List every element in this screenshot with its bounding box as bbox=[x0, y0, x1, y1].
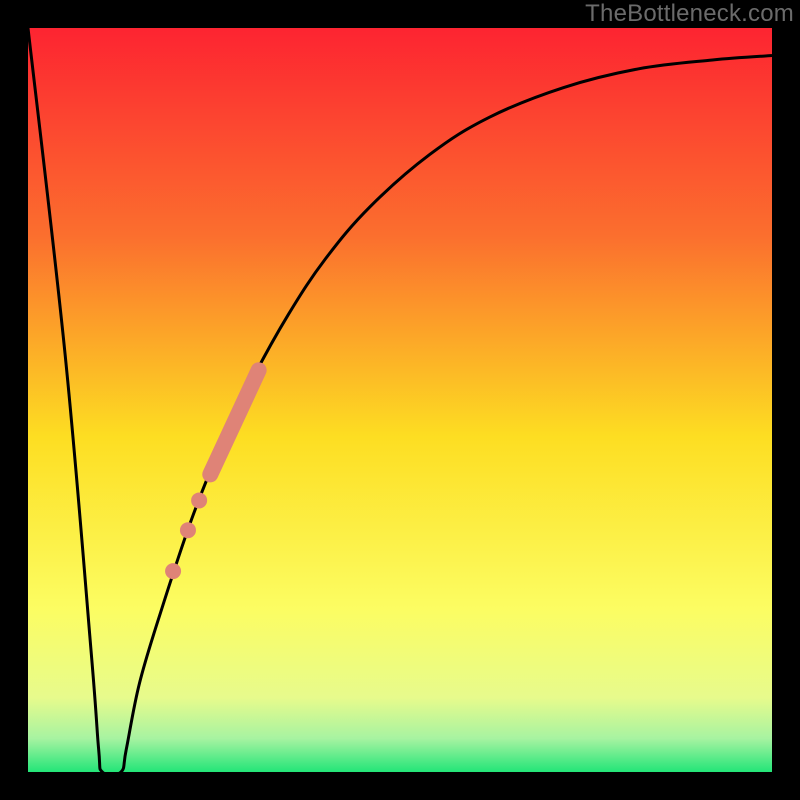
chart-stage: TheBottleneck.com bbox=[0, 0, 800, 800]
highlight-dots-point bbox=[191, 492, 207, 508]
bottleneck-chart bbox=[0, 0, 800, 800]
watermark-text: TheBottleneck.com bbox=[585, 0, 794, 28]
plot-background bbox=[28, 28, 772, 772]
highlight-dots-point bbox=[165, 563, 181, 579]
highlight-dots-point bbox=[180, 522, 196, 538]
